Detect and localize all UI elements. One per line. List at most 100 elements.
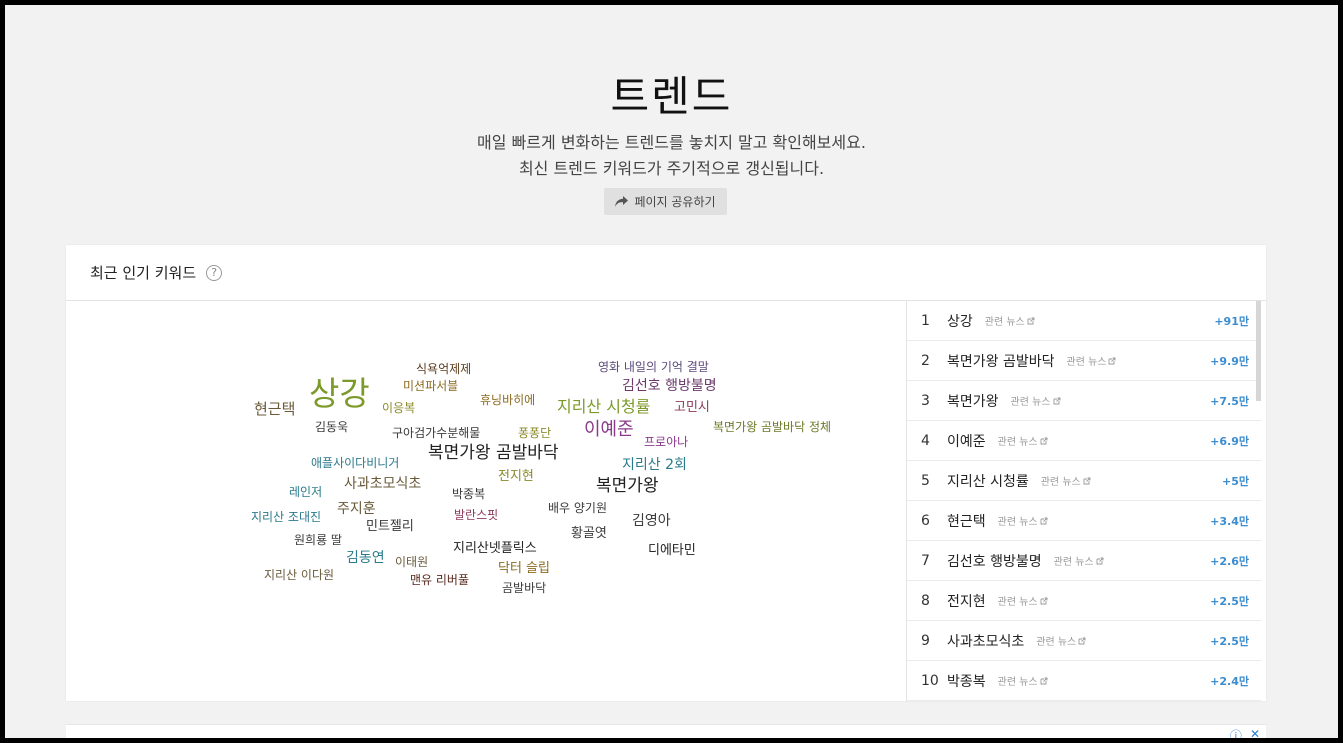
- rank-number: 3: [921, 392, 930, 409]
- related-news-link[interactable]: 관련 뉴스: [1036, 633, 1086, 648]
- cloud-keyword[interactable]: 애플사이다비니거: [311, 457, 399, 469]
- ranking-row[interactable]: 3 복면가왕 관련 뉴스 +7.5만: [907, 381, 1261, 421]
- cloud-keyword[interactable]: 이응복: [382, 402, 415, 414]
- ranking-row[interactable]: 8 전지현 관련 뉴스 +2.5만: [907, 581, 1261, 621]
- cloud-keyword[interactable]: 복면가왕 곰발바닥: [428, 445, 559, 462]
- cloud-keyword[interactable]: 민트젤리: [366, 520, 414, 533]
- ranking-change: +2.5만: [1210, 594, 1249, 608]
- ranking-row[interactable]: 9 사과초모식초 관련 뉴스 +2.5만: [907, 621, 1261, 661]
- cloud-keyword[interactable]: 디에타민: [648, 544, 696, 557]
- cloud-keyword[interactable]: 황골엿: [571, 527, 607, 540]
- rank-number: 9: [921, 632, 930, 649]
- related-news-link[interactable]: 관련 뉴스: [998, 593, 1048, 608]
- cloud-keyword[interactable]: 복면가왕: [596, 478, 659, 495]
- ad-banner: ⓘ ✕: [66, 724, 1266, 738]
- cloud-keyword[interactable]: 레인저: [289, 486, 322, 498]
- cloud-keyword[interactable]: 프로아나: [644, 436, 688, 448]
- ranking-keyword[interactable]: 현근택: [947, 511, 986, 531]
- ranking-keyword[interactable]: 전지현: [947, 591, 986, 611]
- cloud-keyword[interactable]: 지리산 조대진: [251, 511, 321, 523]
- ranking-keyword[interactable]: 지리산 시청률: [947, 471, 1029, 491]
- ranking-change: +2.5만: [1210, 634, 1249, 648]
- ranking-keyword[interactable]: 박종복: [947, 671, 986, 691]
- related-news-label: 관련 뉴스: [1066, 357, 1107, 368]
- intro-line-1: 매일 빠르게 변화하는 트렌드를 놓치지 말고 확인해보세요.: [477, 133, 866, 152]
- cloud-keyword[interactable]: 주지훈: [337, 502, 376, 516]
- ranking-change: +91만: [1214, 314, 1249, 328]
- related-news-link[interactable]: 관련 뉴스: [1067, 353, 1117, 368]
- cloud-keyword[interactable]: 김영아: [632, 514, 671, 528]
- external-link-icon: [1027, 317, 1035, 324]
- ranking-change: +2.6만: [1210, 554, 1249, 568]
- rank-number: 10: [921, 672, 939, 689]
- ranking-row[interactable]: 10 박종복 관련 뉴스 +2.4만: [907, 661, 1261, 701]
- related-news-link[interactable]: 관련 뉴스: [1054, 553, 1104, 568]
- cloud-keyword[interactable]: 현근택: [254, 402, 295, 417]
- ranking-keyword[interactable]: 사과초모식초: [947, 631, 1024, 651]
- ranking-change: +9.9만: [1210, 354, 1249, 368]
- ranking-keyword[interactable]: 이예준: [947, 431, 986, 451]
- ranking-change: +7.5만: [1210, 394, 1249, 408]
- cloud-keyword[interactable]: 지리산 2회: [622, 458, 687, 472]
- cloud-keyword[interactable]: 구아검가수분해물: [392, 427, 480, 439]
- card-header: 최근 인기 키워드 ?: [66, 245, 1266, 301]
- related-news-link[interactable]: 관련 뉴스: [985, 313, 1035, 328]
- cloud-keyword[interactable]: 지리산 이다원: [264, 569, 334, 581]
- help-icon[interactable]: ?: [206, 264, 223, 281]
- cloud-keyword[interactable]: 사과초모식초: [344, 477, 421, 491]
- ranking-row[interactable]: 2 복면가왕 곰발바닥 관련 뉴스 +9.9만: [907, 341, 1261, 381]
- related-news-link[interactable]: 관련 뉴스: [998, 513, 1048, 528]
- ad-info-icon[interactable]: ⓘ: [1230, 727, 1242, 738]
- ranking-row[interactable]: 6 현근택 관련 뉴스 +3.4만: [907, 501, 1261, 541]
- external-link-icon: [1053, 397, 1060, 404]
- cloud-keyword[interactable]: 고민시: [674, 401, 710, 414]
- ranking-row[interactable]: 4 이예준 관련 뉴스 +6.9만: [907, 421, 1261, 461]
- cloud-keyword[interactable]: 김동연: [346, 551, 385, 565]
- ranking-row[interactable]: 7 김선호 행방불명 관련 뉴스 +2.6만: [907, 541, 1261, 581]
- ranking-row[interactable]: 5 지리산 시청률 관련 뉴스 +5만: [907, 461, 1261, 501]
- ranking-change: +5만: [1222, 474, 1249, 488]
- cloud-keyword[interactable]: 복면가왕 곰발바닥 정체: [713, 421, 831, 433]
- external-link-icon: [1040, 677, 1048, 684]
- cloud-keyword[interactable]: 이태원: [395, 556, 428, 568]
- ranking-keyword[interactable]: 상강: [947, 311, 973, 331]
- related-news-label: 관련 뉴스: [1040, 477, 1081, 488]
- cloud-keyword[interactable]: 발란스핏: [454, 509, 498, 521]
- cloud-keyword[interactable]: 지리산 시청률: [557, 399, 650, 415]
- cloud-keyword[interactable]: 닥터 슬립: [498, 562, 550, 575]
- related-news-link[interactable]: 관련 뉴스: [1041, 473, 1091, 488]
- cloud-keyword[interactable]: 곰발바닥: [502, 582, 546, 594]
- ranking-row[interactable]: 1 상강 관련 뉴스 +91만: [907, 301, 1261, 341]
- rank-number: 4: [921, 432, 930, 449]
- scrollbar[interactable]: [1256, 301, 1261, 401]
- cloud-keyword[interactable]: 김동욱: [315, 421, 348, 433]
- cloud-keyword[interactable]: 박종복: [452, 488, 485, 500]
- cloud-keyword[interactable]: 배우 양기원: [548, 502, 607, 514]
- external-link-icon: [1083, 477, 1091, 484]
- intro-line-2: 최신 트렌드 키워드가 주기적으로 갱신됩니다.: [518, 159, 825, 178]
- cloud-keyword[interactable]: 영화 내일의 기억 결말: [598, 361, 709, 373]
- related-news-link[interactable]: 관련 뉴스: [998, 673, 1048, 688]
- keyword-cloud: 식욕억제제 영화 내일의 기억 결말 미션파서블 김선호 행방불명 상강 휴닝바히에 지리산…: [66, 301, 906, 701]
- cloud-keyword[interactable]: 상강: [309, 377, 370, 410]
- cloud-keyword[interactable]: 이예준: [584, 421, 634, 439]
- ranking-keyword[interactable]: 김선호 행방불명: [947, 551, 1042, 571]
- related-news-link[interactable]: 관련 뉴스: [998, 433, 1048, 448]
- cloud-keyword[interactable]: 맨유 리버풀: [410, 574, 469, 586]
- ranking-keyword[interactable]: 복면가왕: [947, 391, 999, 411]
- cloud-keyword[interactable]: 미션파서블: [403, 380, 458, 392]
- cloud-keyword[interactable]: 퐁퐁단: [518, 427, 551, 439]
- ad-close-icon[interactable]: ✕: [1250, 727, 1260, 738]
- page: 트렌드 매일 빠르게 변화하는 트렌드를 놓치지 말고 확인해보세요. 최신 트…: [5, 5, 1338, 738]
- cloud-keyword[interactable]: 전지현: [498, 470, 534, 483]
- cloud-keyword[interactable]: 식욕억제제: [416, 363, 471, 375]
- cloud-keyword[interactable]: 휴닝바히에: [480, 394, 535, 406]
- cloud-keyword[interactable]: 원희룡 딸: [294, 534, 342, 546]
- ranking-keyword[interactable]: 복면가왕 곰발바닥: [947, 351, 1055, 371]
- rank-number: 2: [921, 352, 930, 369]
- related-news-link[interactable]: 관련 뉴스: [1011, 393, 1061, 408]
- cloud-keyword[interactable]: 김선호 행방불명: [622, 379, 717, 393]
- share-page-button[interactable]: 페이지 공유하기: [604, 188, 727, 215]
- cloud-keyword[interactable]: 지리산넷플릭스: [453, 542, 537, 555]
- related-news-label: 관련 뉴스: [997, 437, 1038, 448]
